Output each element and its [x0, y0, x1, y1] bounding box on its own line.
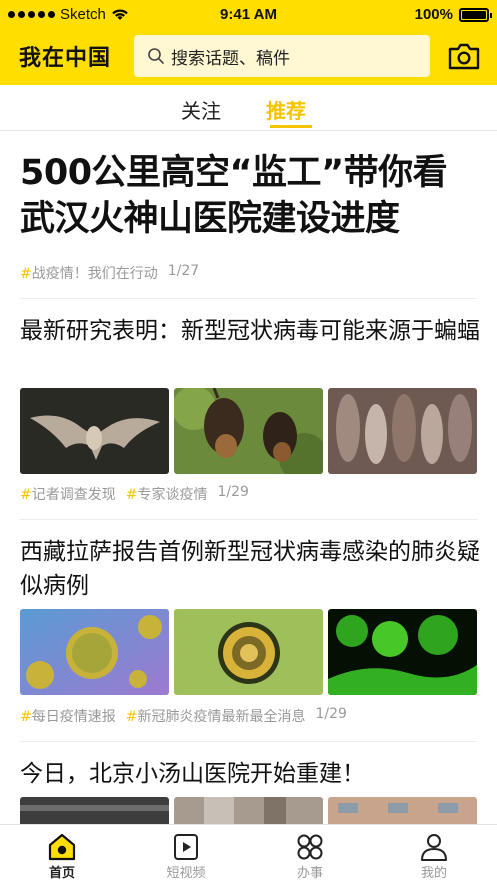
- active-tab-indicator: [270, 125, 312, 128]
- hospital-interior-photo[interactable]: [20, 797, 169, 824]
- article-date: 1/29: [217, 484, 249, 500]
- hospital-building-photo[interactable]: [328, 797, 477, 824]
- article-title[interactable]: 最新研究表明：新型冠状病毒可能来源于蝙蝠: [20, 314, 480, 348]
- article-title[interactable]: 今日，北京小汤山医院开始重建！: [20, 757, 480, 791]
- article-meta: #记者调查发现 #专家谈疫情 1/29: [20, 484, 249, 504]
- search-placeholder: 搜索话题、稿件: [171, 48, 290, 69]
- bat-in-flight-photo[interactable]: [20, 388, 169, 474]
- search-input[interactable]: 搜索话题、稿件: [134, 35, 430, 77]
- app-logo: 我在中国: [19, 46, 112, 71]
- bottom-tab-bar: 首页 短视频 办事 我的: [0, 824, 497, 883]
- nav-home[interactable]: 首页: [0, 825, 124, 883]
- featured-article-title[interactable]: 500公里高空“监工”带你看武汉火神山医院建设进度: [20, 150, 480, 242]
- feed-tabs: 关注 推荐: [0, 85, 497, 131]
- tab-recommend[interactable]: 推荐: [266, 95, 306, 124]
- hospital-corridor-photo[interactable]: [174, 797, 323, 824]
- nav-short-video[interactable]: 短视频: [124, 825, 248, 883]
- virus-microscope-photo[interactable]: [174, 609, 323, 695]
- home-icon: [48, 833, 76, 861]
- search-icon: [148, 48, 164, 64]
- battery-indicator: 100%: [414, 6, 492, 23]
- nav-label: 短视频: [166, 866, 206, 881]
- topic-tag[interactable]: #每日疫情速报: [20, 706, 116, 726]
- article-title[interactable]: 西藏拉萨报告首例新型冠状病毒感染的肺炎疑似病例: [20, 535, 480, 603]
- article-meta: #每日疫情速报 #新冠肺炎疫情最新最全消息 1/29: [20, 706, 347, 726]
- green-cells-photo[interactable]: [328, 609, 477, 695]
- article-date: 1/29: [315, 706, 347, 722]
- status-bar: Sketch 9:41 AM 100%: [0, 0, 497, 30]
- battery-icon: [459, 7, 492, 22]
- tab-follow[interactable]: 关注: [181, 95, 221, 124]
- bats-hanging-photo[interactable]: [174, 388, 323, 474]
- topic-tag[interactable]: #记者调查发现: [20, 484, 116, 504]
- nav-profile[interactable]: 我的: [372, 825, 496, 883]
- bats-cluster-photo[interactable]: [328, 388, 477, 474]
- app-header: Sketch 9:41 AM 100% 我在中国 搜索话题、稿件: [0, 0, 497, 85]
- nav-services[interactable]: 办事: [248, 825, 372, 883]
- nav-label: 办事: [296, 866, 323, 881]
- article-meta: #战疫情！我们在行动 1/27: [20, 263, 199, 283]
- services-icon: [297, 834, 323, 860]
- article-date: 1/27: [167, 263, 200, 279]
- topic-tag[interactable]: #新冠肺炎疫情最新最全消息: [126, 706, 306, 726]
- divider: [20, 741, 477, 742]
- camera-icon[interactable]: [447, 40, 481, 72]
- video-icon: [174, 834, 198, 860]
- battery-label: 100%: [414, 6, 453, 23]
- divider: [20, 519, 477, 520]
- nav-label: 首页: [48, 866, 75, 881]
- topic-tag[interactable]: #专家谈疫情: [126, 484, 208, 504]
- virus-3d-render[interactable]: [20, 609, 169, 695]
- topic-tag[interactable]: #战疫情！我们在行动: [20, 263, 158, 283]
- profile-icon: [421, 834, 447, 861]
- nav-label: 我的: [420, 866, 447, 881]
- divider: [20, 298, 477, 299]
